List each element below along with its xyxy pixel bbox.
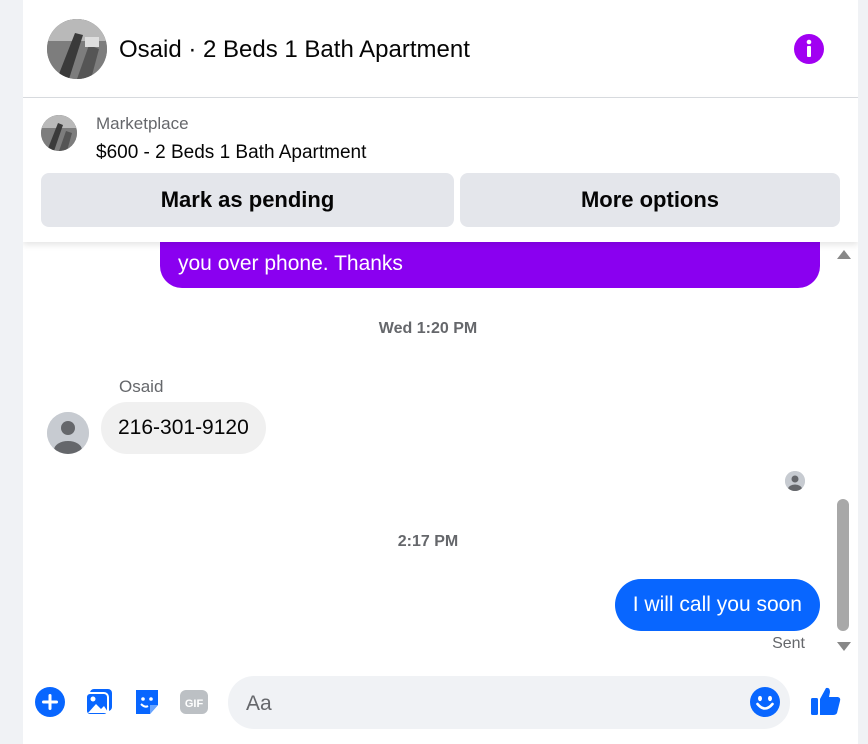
info-icon[interactable] — [794, 34, 824, 64]
sticker-icon[interactable] — [131, 686, 163, 718]
scroll-up-arrow-icon[interactable] — [837, 250, 851, 259]
emoji-icon[interactable] — [749, 686, 781, 718]
message-input-container[interactable] — [228, 676, 790, 731]
image-icon[interactable] — [83, 686, 115, 718]
message-thread[interactable]: you over phone. Thanks Wed 1:20 PM Osaid… — [23, 242, 858, 662]
marketplace-panel: Marketplace $600 - 2 Beds 1 Bath Apartme… — [23, 98, 858, 242]
read-receipt-avatar — [785, 471, 805, 491]
gif-icon[interactable]: GIF — [178, 686, 210, 718]
incoming-message-bubble[interactable]: 216-301-9120 — [101, 402, 266, 454]
more-options-button[interactable]: More options — [460, 173, 840, 227]
message-status: Sent — [772, 635, 805, 652]
sender-avatar[interactable] — [47, 412, 89, 454]
conversation-title[interactable]: Osaid · 2 Beds 1 Bath Apartment — [119, 36, 470, 64]
message-input[interactable] — [244, 676, 728, 731]
outgoing-message-bubble[interactable]: I will call you soon — [614, 579, 820, 631]
plus-icon[interactable] — [34, 686, 66, 718]
message-timestamp: 2:17 PM — [397, 533, 459, 550]
thread-scrollbar[interactable] — [832, 244, 856, 660]
conversation-avatar[interactable] — [47, 19, 107, 79]
listing-title[interactable]: $600 - 2 Beds 1 Bath Apartment — [96, 142, 366, 164]
listing-thumbnail[interactable] — [41, 115, 77, 151]
thumbs-up-icon[interactable] — [809, 684, 843, 718]
marketplace-label: Marketplace — [96, 114, 189, 133]
scroll-down-arrow-icon[interactable] — [837, 642, 851, 651]
outgoing-message-bubble[interactable]: you over phone. Thanks — [160, 242, 820, 288]
sender-name: Osaid — [119, 377, 164, 396]
message-text: you over phone. Thanks — [178, 252, 403, 275]
chat-header: Osaid · 2 Beds 1 Bath Apartment — [23, 0, 858, 98]
mark-as-pending-button[interactable]: Mark as pending — [41, 173, 454, 227]
scrollbar-thumb[interactable] — [837, 499, 849, 631]
message-composer: GIF — [23, 662, 858, 744]
chat-window: Osaid · 2 Beds 1 Bath Apartment Marketpl… — [23, 0, 858, 744]
message-timestamp: Wed 1:20 PM — [378, 320, 478, 337]
gif-label: GIF — [185, 698, 204, 710]
